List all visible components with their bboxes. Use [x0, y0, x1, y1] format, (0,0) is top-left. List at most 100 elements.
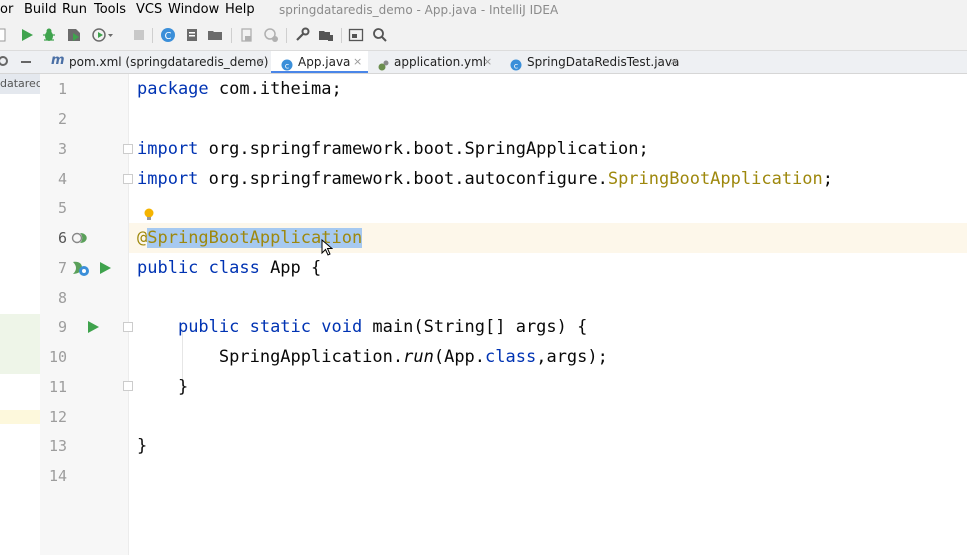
close-icon[interactable]: ×	[256, 51, 265, 73]
editor-gutter: 1 2 3 4 5 6 7 8 9 10 11 12 13 14	[40, 74, 129, 555]
java-class-icon: c	[510, 56, 522, 71]
annotation-at: @	[137, 228, 148, 248]
spring-bean-icon[interactable]	[71, 259, 91, 281]
svg-text:c: c	[285, 62, 289, 71]
line-number: 1	[57, 80, 67, 98]
folder-icon[interactable]	[207, 27, 223, 43]
fold-marker-icon[interactable]	[123, 322, 133, 332]
window-title: springdataredis_demo - App.java - Intell…	[279, 3, 559, 17]
code-text: com.itheima;	[208, 79, 342, 99]
code-line-11: }	[137, 372, 188, 402]
line-number: 13	[48, 437, 67, 455]
line-number: 9	[57, 318, 67, 336]
tab-application-yml[interactable]: application.yml ×	[370, 51, 498, 73]
config-dropdown-icon[interactable]	[0, 27, 8, 43]
keyword: import	[137, 169, 199, 189]
method-name: run	[403, 347, 434, 367]
line-number: 8	[57, 289, 67, 307]
keyword: package	[137, 79, 209, 99]
toolbar-separator	[286, 28, 287, 43]
close-icon[interactable]: ×	[669, 51, 678, 73]
line-number: 4	[57, 170, 67, 188]
tab-app-java[interactable]: c App.java ×	[271, 51, 368, 73]
fold-marker-icon[interactable]	[123, 174, 133, 184]
vcs-icon[interactable]	[239, 27, 255, 43]
code-text: (App.	[433, 347, 486, 367]
toolbar-separator	[231, 28, 232, 43]
annotation-name: SpringBootApplication	[607, 169, 823, 189]
menu-tools[interactable]: Tools	[94, 0, 126, 20]
menu-vcs[interactable]: VCS	[136, 0, 162, 20]
line-number: 10	[48, 348, 67, 366]
mouse-cursor-icon	[321, 238, 334, 261]
close-icon[interactable]: ×	[483, 51, 492, 73]
tree-highlight	[0, 410, 40, 424]
line-number: 12	[48, 408, 67, 426]
code-line-3: import org.springframework.boot.SpringAp…	[137, 134, 649, 164]
tab-label: pom.xml (springdataredis_demo)	[69, 55, 269, 69]
keyword: import	[137, 139, 199, 159]
code-text: org.springframework.boot.SpringApplicati…	[198, 139, 649, 159]
file-icon[interactable]	[184, 27, 200, 43]
run-icon[interactable]	[86, 319, 100, 339]
code-line-7: public class App {	[137, 253, 321, 283]
code-text: ,args);	[536, 347, 608, 367]
line-number: 2	[57, 110, 67, 128]
line-number: 3	[57, 140, 67, 158]
gear-icon[interactable]	[0, 54, 13, 70]
code-line-4: import org.springframework.boot.autoconf…	[137, 164, 833, 194]
code-text: org.springframework.boot.autoconfigure.	[198, 169, 608, 189]
maven-icon: m	[51, 53, 65, 68]
tab-pom-xml[interactable]: m pom.xml (springdataredis_demo) ×	[46, 51, 269, 73]
run-icon[interactable]	[19, 27, 35, 43]
code-text: App {	[259, 258, 322, 278]
tab-springdataredistest-java[interactable]: c SpringDataRedisTest.java ×	[502, 51, 684, 73]
project-panel: dataredi	[0, 74, 41, 555]
project-structure-icon[interactable]	[318, 27, 334, 43]
keyword: public class	[137, 258, 260, 278]
java-class-icon: c	[281, 56, 293, 71]
line-number: 11	[48, 378, 67, 396]
build-icon[interactable]: C	[160, 27, 176, 43]
spring-bean-icon[interactable]	[71, 230, 91, 250]
run-icon[interactable]	[98, 260, 112, 280]
tree-highlight	[0, 314, 40, 374]
profile-icon[interactable]	[92, 27, 113, 43]
code-text: ;	[822, 169, 834, 189]
line-number: 6	[57, 229, 67, 247]
menu-window[interactable]: Window	[168, 0, 219, 20]
search-icon[interactable]	[372, 27, 388, 43]
coverage-icon[interactable]	[66, 27, 82, 43]
code-line-10: SpringApplication.run(App.class,args);	[137, 342, 608, 372]
close-icon[interactable]: ×	[353, 51, 362, 73]
line-number: 7	[57, 259, 67, 277]
code-text: }	[177, 377, 189, 397]
code-line-9: public static void main(String[] args) {	[137, 312, 587, 342]
code-line-13: }	[137, 431, 147, 461]
code-text: main(String[] args) {	[362, 317, 588, 337]
line-number: 14	[48, 467, 67, 485]
minimize-icon[interactable]	[21, 61, 31, 63]
line-number: 5	[57, 199, 67, 217]
keyword: class	[485, 347, 537, 367]
wrench-icon[interactable]	[294, 27, 310, 43]
settings-icon[interactable]	[263, 27, 279, 43]
fold-marker-icon[interactable]	[123, 144, 133, 154]
toolbar-separator	[152, 28, 153, 43]
menu-help[interactable]: Help	[225, 0, 255, 20]
project-breadcrumb[interactable]: dataredi	[0, 74, 40, 94]
menu-editor[interactable]: or	[0, 0, 13, 20]
svg-text:c: c	[514, 62, 518, 71]
menu-run[interactable]: Run	[62, 0, 87, 20]
debug-icon[interactable]	[41, 27, 57, 43]
code-editor[interactable]: package com.itheima; import org.springfr…	[123, 74, 967, 555]
tab-label: App.java	[298, 55, 351, 69]
code-text: }	[137, 436, 148, 456]
stop-icon[interactable]	[131, 27, 147, 43]
svg-text:C: C	[165, 31, 172, 42]
keyword: public static void	[177, 317, 363, 337]
fold-marker-icon[interactable]	[123, 381, 133, 391]
terminal-icon[interactable]	[348, 27, 364, 43]
menu-build[interactable]: Build	[24, 0, 57, 20]
code-line-1: package com.itheima;	[137, 74, 342, 104]
